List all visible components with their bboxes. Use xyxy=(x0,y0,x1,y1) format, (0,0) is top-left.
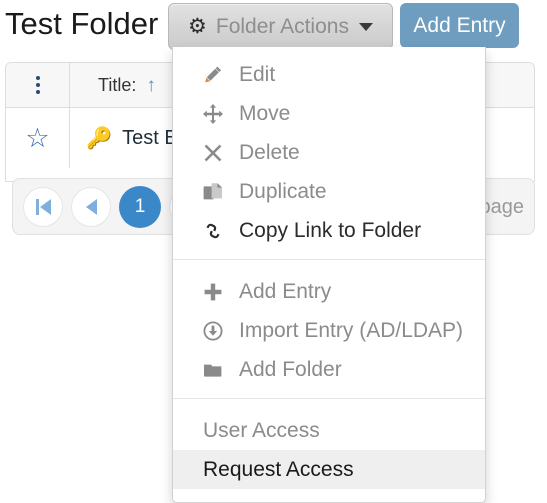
key-icon: 🔑 xyxy=(86,126,113,150)
pagination-prev-button[interactable] xyxy=(71,186,111,227)
menu-item-request-access-label: Request Access xyxy=(203,458,354,481)
menu-item-import-entry[interactable]: Import Entry (AD/LDAP) xyxy=(173,311,485,350)
add-entry-label: Add Entry xyxy=(413,13,506,37)
first-page-bar-icon xyxy=(35,198,39,215)
gear-icon: ⚙ xyxy=(188,15,207,38)
folder-actions-label: Folder Actions xyxy=(215,14,349,38)
menu-item-edit-label: Edit xyxy=(239,63,276,86)
menu-item-request-access[interactable]: Request Access xyxy=(173,450,485,489)
menu-item-duplicate[interactable]: Duplicate xyxy=(173,172,485,211)
menu-item-delete[interactable]: Delete xyxy=(173,133,485,172)
menu-item-user-access-label: User Access xyxy=(203,419,320,442)
menu-item-import-entry-label: Import Entry (AD/LDAP) xyxy=(239,319,464,342)
vertical-ellipsis-icon[interactable] xyxy=(35,76,40,94)
link-icon xyxy=(203,221,233,241)
favorite-toggle[interactable]: ☆ xyxy=(6,108,70,168)
add-entry-button[interactable]: Add Entry xyxy=(400,3,519,48)
chevron-down-icon xyxy=(358,22,373,31)
menu-item-add-folder-label: Add Folder xyxy=(239,358,342,381)
pagination-page-label: page xyxy=(479,196,525,218)
plus-icon xyxy=(203,282,233,302)
menu-item-add-folder[interactable]: Add Folder xyxy=(173,350,485,389)
pagination-first-button[interactable] xyxy=(23,186,63,227)
menu-divider-2 xyxy=(173,398,485,399)
folder-icon xyxy=(203,360,233,380)
menu-item-move[interactable]: Move xyxy=(173,94,485,133)
move-arrows-icon xyxy=(203,103,233,124)
download-circle-icon xyxy=(203,320,233,341)
menu-item-edit[interactable]: Edit xyxy=(173,55,485,94)
menu-item-copy-link-to-folder-label: Copy Link to Folder xyxy=(239,219,422,242)
table-row-menu-header[interactable] xyxy=(6,63,70,107)
prev-page-arrow-icon xyxy=(85,198,97,215)
menu-item-add-entry-label: Add Entry xyxy=(239,280,332,303)
menu-item-copy-link-to-folder[interactable]: Copy Link to Folder xyxy=(173,211,485,250)
arrow-up-icon: ↑ xyxy=(146,74,156,96)
star-outline-icon[interactable]: ☆ xyxy=(25,124,49,152)
menu-divider-1 xyxy=(173,259,485,260)
menu-item-delete-label: Delete xyxy=(239,141,300,164)
pencil-icon xyxy=(203,65,233,85)
times-icon xyxy=(203,143,233,163)
menu-item-move-label: Move xyxy=(239,102,291,125)
first-page-arrow-icon xyxy=(39,198,51,215)
copy-icon xyxy=(203,182,233,202)
folder-actions-button[interactable]: ⚙ Folder Actions xyxy=(168,3,393,50)
folder-actions-dropdown: Edit Move Delete Duplicate Copy Link to … xyxy=(172,47,486,503)
menu-item-add-entry[interactable]: Add Entry xyxy=(173,272,485,311)
menu-item-duplicate-label: Duplicate xyxy=(239,180,327,203)
page-title: Test Folder xyxy=(5,6,159,41)
column-header-title-label: Title: xyxy=(98,74,137,95)
pagination-page-1[interactable]: 1 xyxy=(119,185,161,228)
menu-item-user-access[interactable]: User Access xyxy=(173,411,485,450)
entry-title-text: Test E xyxy=(122,126,178,149)
